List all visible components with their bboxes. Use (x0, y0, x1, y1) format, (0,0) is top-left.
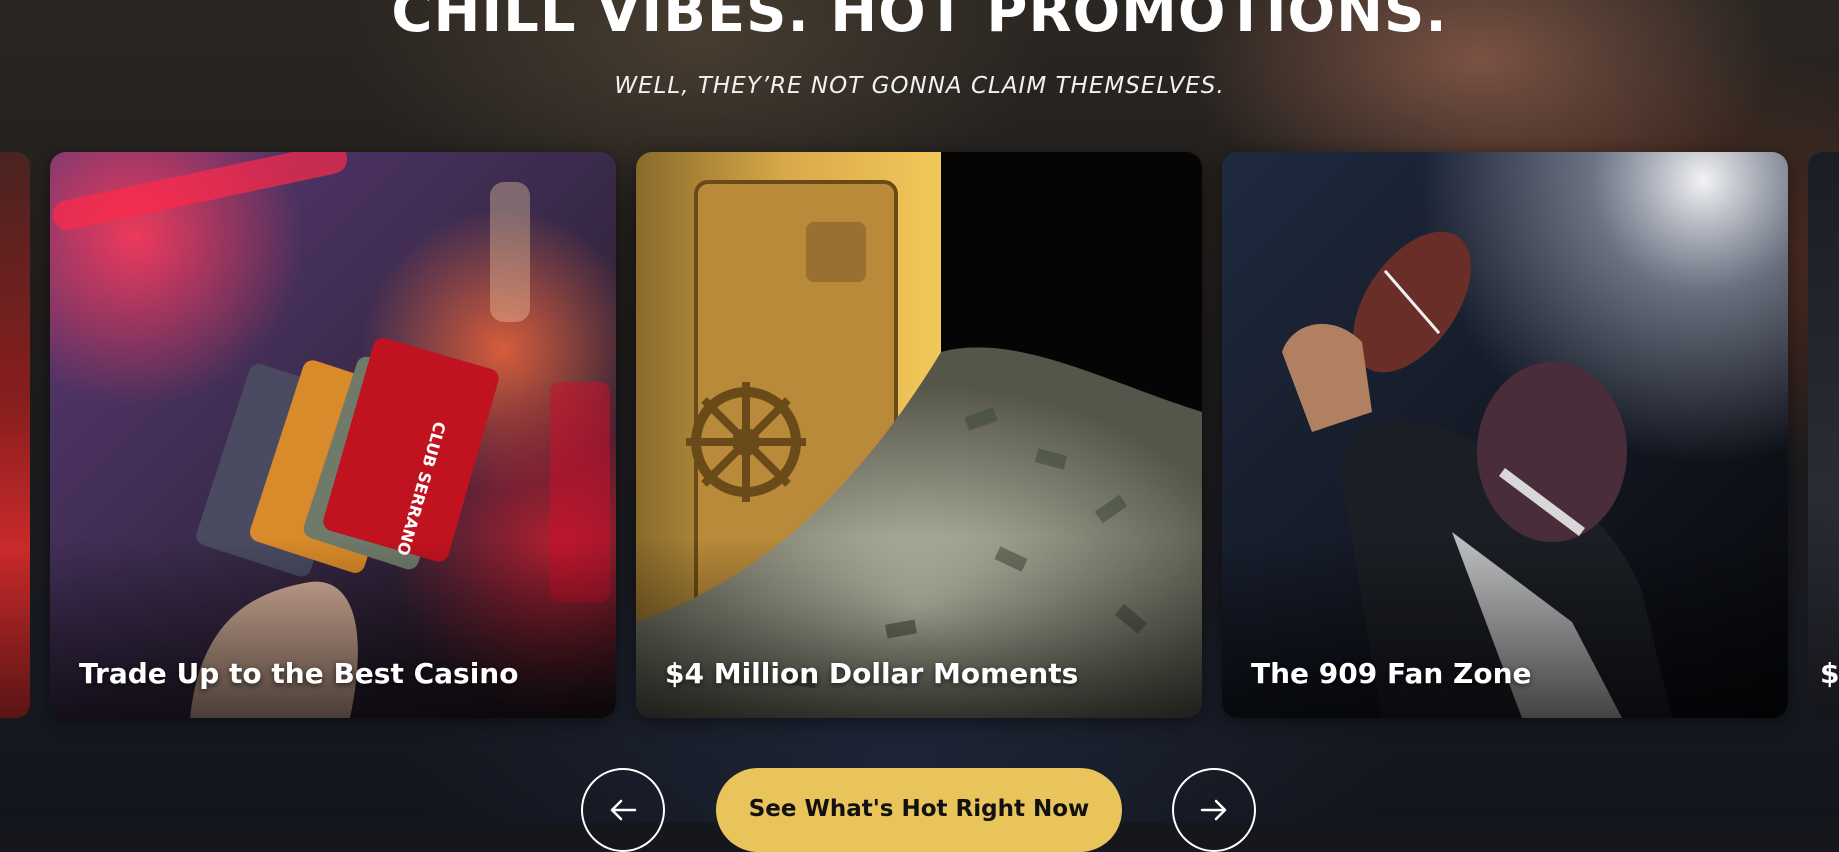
promo-card-million-dollar[interactable]: $4 Million Dollar Moments (636, 152, 1202, 718)
card-shade (636, 538, 1202, 718)
card-shade (1222, 538, 1788, 718)
promo-card-title: Trade Up to the Best Casino (79, 657, 519, 690)
card-shade (50, 538, 616, 718)
promo-card-title: $4 Million Dollar Moments (665, 657, 1079, 690)
promo-card-trade-up[interactable]: CLUB SERRANO Trade Up to the Best Casino (50, 152, 616, 718)
arrow-left-icon (610, 799, 637, 821)
carousel-next-card-peek[interactable]: $ (1808, 152, 1839, 718)
see-whats-hot-button[interactable]: See What's Hot Right Now (716, 768, 1122, 852)
arrow-right-icon (1200, 799, 1227, 821)
promo-card-fan-zone[interactable]: The 909 Fan Zone (1222, 152, 1788, 718)
carousel-prev-button[interactable] (581, 768, 665, 852)
carousel-next-button[interactable] (1172, 768, 1256, 852)
next-card-title-peek: $ (1820, 657, 1839, 690)
carousel-previous-card-peek[interactable] (0, 152, 30, 718)
page-headline: CHILL VIBES. HOT PROMOTIONS. (391, 0, 1448, 45)
promo-card-title: The 909 Fan Zone (1251, 657, 1532, 690)
page-subheadline: WELL, THEY’RE NOT GONNA CLAIM THEMSELVES… (614, 73, 1225, 99)
